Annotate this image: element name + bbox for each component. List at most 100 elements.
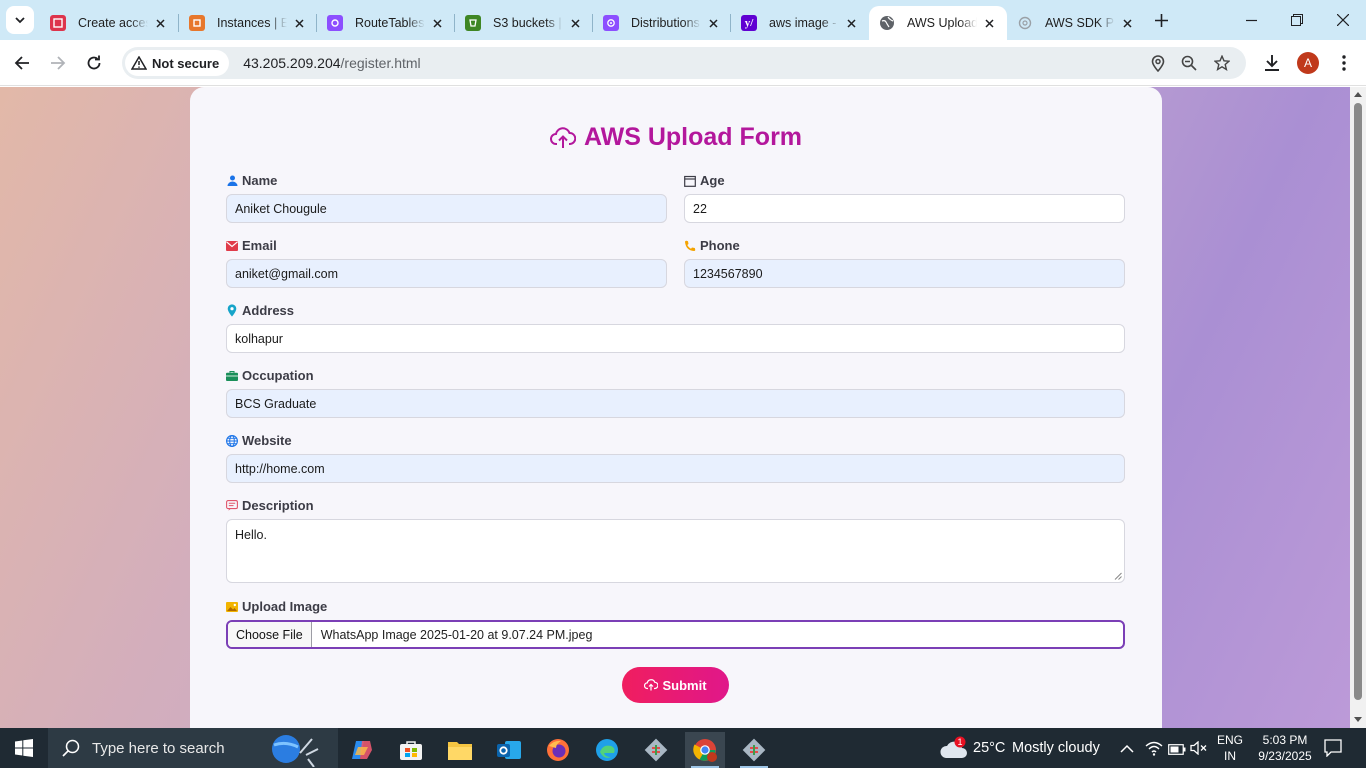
tab-aws-image-yahoo[interactable]: y/ aws image - Yahoo (731, 6, 869, 40)
bookmark-star-icon[interactable] (1212, 53, 1232, 73)
tab-title: Distributions (631, 16, 700, 30)
taskbar-search[interactable]: Type here to search (48, 728, 338, 768)
scrollbar-thumb[interactable] (1354, 103, 1362, 700)
form-title-text: AWS Upload Form (583, 123, 803, 151)
aws-s3-icon (465, 15, 481, 31)
chrome-app-icon[interactable] (685, 732, 725, 768)
search-placeholder: Type here to search (92, 739, 225, 757)
resize-handle-icon[interactable] (1114, 572, 1122, 580)
close-tab-icon[interactable] (152, 15, 168, 31)
speaker-muted-icon[interactable] (1190, 740, 1208, 758)
page-scrollbar[interactable] (1350, 87, 1366, 728)
url-text[interactable]: 43.205.209.204/register.html (243, 55, 420, 71)
close-tab-icon[interactable] (429, 15, 445, 31)
clock-date[interactable]: 9/23/2025 (1253, 749, 1317, 764)
close-tab-icon[interactable] (1119, 15, 1135, 31)
tab-strip: Create access key Instances | EC2 RouteT… (0, 0, 1366, 40)
minimize-button[interactable] (1228, 0, 1274, 40)
tab-aws-sdk-php[interactable]: AWS SDK PHP (1007, 6, 1145, 40)
website-label: Website (226, 433, 292, 448)
close-tab-icon[interactable] (843, 15, 859, 31)
weather-badge: 1 (957, 737, 963, 747)
briefcase-icon (226, 370, 238, 382)
new-tab-button[interactable] (1150, 9, 1172, 31)
security-label: Not secure (152, 55, 220, 71)
comment-icon (226, 500, 238, 512)
copilot-app-icon[interactable] (342, 732, 382, 768)
profile-button[interactable]: A (1294, 49, 1322, 77)
tab-title: AWS Upload Form (907, 16, 977, 30)
chevron-down-icon (15, 17, 25, 24)
close-tab-icon[interactable] (291, 15, 307, 31)
phone-input[interactable]: 1234567890 (684, 259, 1125, 288)
forward-button[interactable] (44, 49, 72, 77)
name-input[interactable]: Aniket Chougule (226, 194, 667, 223)
tab-distributions[interactable]: Distributions (593, 6, 731, 40)
tab-search-button[interactable] (6, 6, 34, 34)
start-button[interactable] (0, 728, 48, 768)
browser-menu-button[interactable] (1330, 49, 1358, 77)
reload-button[interactable] (80, 49, 108, 77)
age-label: Age (684, 173, 725, 188)
git-gui-icon[interactable] (734, 732, 774, 768)
file-explorer-icon[interactable] (440, 732, 480, 768)
upload-label: Upload Image (226, 599, 327, 614)
close-tab-icon[interactable] (705, 15, 721, 31)
submit-label: Submit (662, 677, 707, 693)
close-tab-icon[interactable] (567, 15, 583, 31)
clock-time[interactable]: 5:03 PM (1253, 733, 1317, 748)
notifications-icon[interactable] (1324, 739, 1342, 760)
url-path: /register.html (340, 55, 421, 71)
git-tool-icon[interactable] (636, 732, 676, 768)
phone-icon (684, 240, 696, 252)
location-icon[interactable] (1148, 53, 1168, 73)
form-card: AWS Upload Form Name Aniket Chougule Age… (190, 87, 1162, 728)
weather-widget[interactable]: 1 25°C Mostly cloudy (940, 728, 1105, 768)
scroll-up-arrow-icon[interactable] (1354, 92, 1362, 97)
minimize-icon (1245, 19, 1257, 21)
search-highlight-icon (272, 735, 319, 767)
chevron-up-icon[interactable] (1120, 742, 1134, 757)
globe-icon (226, 434, 238, 447)
tab-create-access-key[interactable]: Create access key (40, 6, 178, 40)
tab-instances-ec2[interactable]: Instances | EC2 (179, 6, 317, 40)
windows-taskbar: Type here to search 1 25°C Mostly cloudy (0, 728, 1366, 768)
tab-aws-upload-form[interactable]: AWS Upload Form (869, 6, 1007, 40)
phone-label: Phone (684, 238, 740, 253)
image-file-input[interactable]: Choose File WhatsApp Image 2025-01-20 at… (226, 620, 1125, 649)
scroll-down-arrow-icon[interactable] (1354, 717, 1362, 722)
close-window-button[interactable] (1320, 0, 1366, 40)
wifi-icon[interactable] (1145, 740, 1163, 759)
close-tab-icon[interactable] (981, 15, 997, 31)
website-input[interactable]: http://home.com (226, 454, 1125, 483)
language-bottom[interactable]: IN (1216, 749, 1244, 764)
address-input[interactable]: kolhapur (226, 324, 1125, 353)
language-top[interactable]: ENG (1216, 733, 1244, 748)
restore-button[interactable] (1274, 0, 1320, 40)
tab-routetables[interactable]: RouteTables (317, 6, 455, 40)
url-host: 43.205.209.204 (243, 55, 341, 71)
description-textarea[interactable]: Hello. (226, 519, 1125, 583)
tab-title: AWS SDK PHP (1045, 16, 1115, 30)
age-input[interactable]: 22 (684, 194, 1125, 223)
choose-file-button[interactable]: Choose File (228, 622, 312, 647)
outlook-icon[interactable] (489, 732, 529, 768)
occupation-input[interactable]: BCS Graduate (226, 389, 1125, 418)
zoom-icon[interactable] (1179, 53, 1199, 73)
battery-icon[interactable] (1168, 743, 1186, 758)
firefox-icon[interactable] (538, 732, 578, 768)
security-chip[interactable]: Not secure (125, 50, 230, 76)
microsoft-store-icon[interactable] (391, 732, 431, 768)
tab-s3-buckets[interactable]: S3 buckets | S3 (455, 6, 593, 40)
submit-button[interactable]: Submit (622, 667, 729, 703)
address-bar[interactable]: Not secure 43.205.209.204/register.html (122, 47, 1246, 79)
downloads-button[interactable] (1258, 49, 1286, 77)
arrow-left-icon (14, 56, 29, 70)
back-button[interactable] (8, 49, 36, 77)
windows-logo-icon (15, 739, 33, 757)
email-input[interactable]: aniket@gmail.com (226, 259, 667, 288)
edge-icon[interactable] (587, 732, 627, 768)
reload-icon (87, 55, 101, 70)
user-icon (226, 175, 238, 187)
description-label: Description (226, 498, 314, 513)
